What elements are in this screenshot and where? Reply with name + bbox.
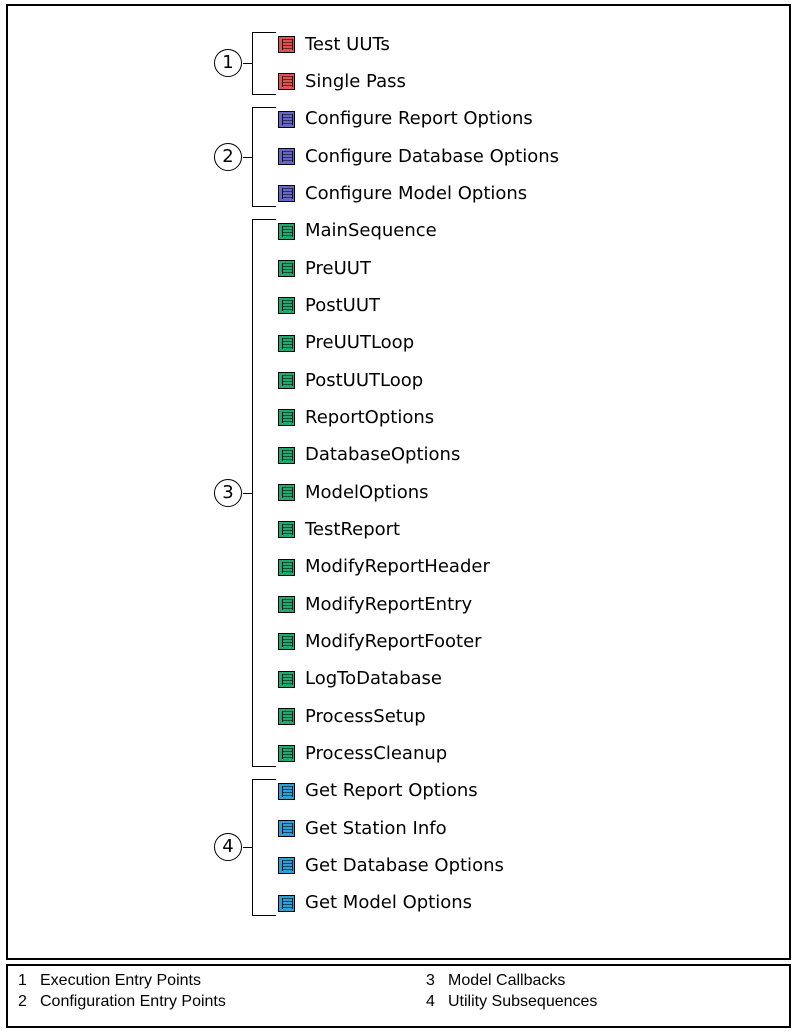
sequence-label: Get Model Options [305, 892, 473, 914]
sequence-label: PreUUTLoop [305, 332, 415, 354]
sequence-list: Test UUTs Single Pass Configure Report Opt… [278, 26, 559, 922]
sequence-icon [278, 894, 295, 912]
sequence-label: ModifyReportHeader [305, 556, 490, 578]
group-bracket [243, 778, 276, 916]
sequence-label: ProcessCleanup [305, 742, 448, 764]
sequence-item[interactable]: Configure Report Options [278, 101, 559, 138]
sequence-icon [278, 372, 295, 390]
legend-item-1: 1 Execution Entry Points [18, 972, 201, 990]
sequence-item[interactable]: DatabaseOptions [278, 437, 559, 474]
sequence-label: Get Report Options [305, 780, 478, 802]
sequence-icon [278, 148, 295, 166]
sequence-icon [278, 73, 295, 91]
sequence-label: PreUUT [305, 257, 371, 279]
sequence-item[interactable]: ModifyReportFooter [278, 623, 559, 660]
sequence-icon [278, 222, 295, 240]
sequence-icon [278, 334, 295, 352]
sequence-label: TestReport [305, 518, 401, 540]
sequence-icon [278, 446, 295, 464]
sequence-label: Test UUTs [305, 33, 390, 55]
sequence-icon [278, 521, 295, 539]
sequence-label: ModelOptions [305, 481, 429, 503]
legend-number: 1 [18, 972, 27, 989]
legend-number: 2 [18, 993, 27, 1010]
legend-number: 3 [426, 972, 435, 989]
sequence-item[interactable]: PreUUT [278, 250, 559, 287]
sequence-item[interactable]: ModifyReportHeader [278, 549, 559, 586]
legend-item-4: 4 Utility Subsequences [426, 993, 597, 1011]
sequence-label: Get Station Info [305, 817, 447, 839]
sequence-icon [278, 633, 295, 651]
sequence-item[interactable]: Get Database Options [278, 847, 559, 884]
sequence-icon [278, 297, 295, 315]
sequence-icon [278, 820, 295, 838]
sequence-item[interactable]: ProcessCleanup [278, 735, 559, 772]
sequence-label: Get Database Options [305, 854, 504, 876]
legend-item-3: 3 Model Callbacks [426, 972, 565, 990]
sequence-icon [278, 596, 295, 614]
sequence-label: ProcessSetup [305, 705, 426, 727]
sequence-label: ReportOptions [305, 406, 435, 428]
legend-label: Execution Entry Points [40, 972, 201, 989]
sequence-label: Configure Database Options [305, 145, 560, 167]
sequence-item[interactable]: Configure Database Options [278, 138, 559, 175]
legend-number: 4 [426, 993, 435, 1010]
legend-label: Configuration Entry Points [40, 993, 226, 1010]
group-callout: 3 [214, 478, 242, 507]
sequence-icon [278, 745, 295, 763]
group-bracket [243, 218, 276, 767]
sequence-icon [278, 558, 295, 576]
sequence-item[interactable]: Single Pass [278, 63, 559, 100]
sequence-item[interactable]: PreUUTLoop [278, 325, 559, 362]
legend: 1 Execution Entry Points 2 Configuration E… [6, 964, 791, 1028]
sequence-item[interactable]: PostUUT [278, 287, 559, 324]
sequence-item[interactable]: MainSequence [278, 213, 559, 250]
group-callout: 1 [214, 49, 242, 78]
sequence-item[interactable]: TestReport [278, 511, 559, 548]
legend-item-2: 2 Configuration Entry Points [18, 993, 226, 1011]
sequence-label: Configure Report Options [305, 108, 533, 130]
group-callout: 2 [214, 142, 242, 171]
sequence-item[interactable]: Test UUTs [278, 26, 559, 63]
sequence-label: Single Pass [305, 70, 406, 92]
sequence-icon [278, 782, 295, 800]
sequence-icon [278, 409, 295, 427]
sequence-label: PostUUTLoop [305, 369, 424, 391]
sequence-item[interactable]: Get Model Options [278, 885, 559, 922]
sequence-item[interactable]: Configure Model Options [278, 175, 559, 212]
legend-label: Utility Subsequences [448, 993, 598, 1010]
sequence-label: Configure Model Options [305, 182, 528, 204]
sequence-label: PostUUT [305, 294, 381, 316]
sequence-item[interactable]: Get Station Info [278, 810, 559, 847]
sequence-item[interactable]: Get Report Options [278, 773, 559, 810]
sequence-icon [278, 36, 295, 54]
sequence-label: ModifyReportEntry [305, 593, 473, 615]
sequence-icon [278, 484, 295, 502]
sequence-label: DatabaseOptions [305, 444, 461, 466]
sequence-item[interactable]: ProcessSetup [278, 698, 559, 735]
sequence-icon [278, 110, 295, 128]
group-bracket [243, 106, 276, 207]
sequence-label: LogToDatabase [305, 668, 442, 690]
sequence-item[interactable]: PostUUTLoop [278, 362, 559, 399]
sequence-icon [278, 260, 295, 278]
sequence-label: MainSequence [305, 220, 437, 242]
sequence-icon [278, 857, 295, 875]
sequence-item[interactable]: LogToDatabase [278, 661, 559, 698]
group-callout: 4 [214, 833, 242, 862]
legend-label: Model Callbacks [448, 972, 566, 989]
sequence-item[interactable]: ReportOptions [278, 399, 559, 436]
sequence-label: ModifyReportFooter [305, 630, 482, 652]
sequence-icon [278, 708, 295, 726]
sequence-diagram-frame: Test UUTs Single Pass Configure Report Opt… [6, 4, 791, 960]
sequence-item[interactable]: ModifyReportEntry [278, 586, 559, 623]
sequence-icon [278, 185, 295, 203]
sequence-icon [278, 670, 295, 688]
group-bracket [243, 32, 276, 95]
sequence-item[interactable]: ModelOptions [278, 474, 559, 511]
